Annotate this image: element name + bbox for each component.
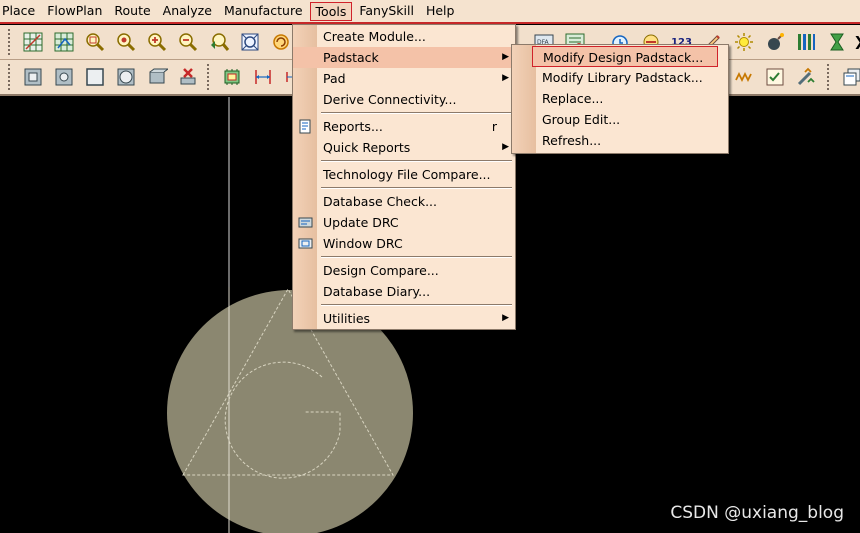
reports-icon xyxy=(299,119,311,134)
menu-item-label: Padstack xyxy=(323,50,379,65)
bomb-icon[interactable] xyxy=(759,28,790,56)
layer-bars-icon[interactable] xyxy=(790,28,821,56)
menu-item-modify-library-padstack[interactable]: Modify Library Padstack... xyxy=(512,67,728,88)
menu-tools[interactable]: Tools xyxy=(309,1,353,21)
zoom-in-icon[interactable] xyxy=(141,28,172,56)
menu-item-modify-design-padstack[interactable]: Modify Design Padstack... xyxy=(532,46,718,67)
menu-place[interactable]: Place xyxy=(0,2,40,21)
menu-item-technology-file-compare[interactable]: Technology File Compare... xyxy=(293,164,515,185)
waveform-icon[interactable] xyxy=(728,63,759,91)
menu-item-label: Create Module... xyxy=(323,29,426,44)
menu-item-label: Technology File Compare... xyxy=(323,167,491,182)
menu-item-label: Derive Connectivity... xyxy=(323,92,457,107)
shape-spiral-icon[interactable] xyxy=(17,63,48,91)
toolbar-grip-3[interactable] xyxy=(207,64,212,90)
update-drc-icon xyxy=(298,217,313,228)
watermark-text: CSDN @uxiang_blog xyxy=(670,503,844,523)
menu-item-label: Replace... xyxy=(542,91,604,106)
menu-item-create-module[interactable]: Create Module... xyxy=(293,26,515,47)
menu-analyze[interactable]: Analyze xyxy=(158,2,217,21)
menu-item-label: Utilities xyxy=(323,311,371,326)
zoom-previous-icon[interactable] xyxy=(203,28,234,56)
menu-item-quick-reports[interactable]: Quick Reports ▶ xyxy=(293,137,515,158)
zoom-fit-icon[interactable] xyxy=(110,28,141,56)
menu-item-label: Pad xyxy=(323,71,346,86)
menu-item-label: Design Compare... xyxy=(323,263,439,278)
menu-item-label: Quick Reports xyxy=(323,140,411,155)
menu-item-refresh[interactable]: Refresh... xyxy=(512,130,728,151)
submenu-arrow-icon: ▶ xyxy=(502,313,509,323)
menu-item-derive-connectivity[interactable]: Derive Connectivity... xyxy=(293,89,515,110)
menu-item-group-edit[interactable]: Group Edit... xyxy=(512,109,728,130)
wrench-wave-icon[interactable] xyxy=(790,63,821,91)
measure-dimension-icon[interactable] xyxy=(247,63,278,91)
menu-item-database-diary[interactable]: Database Diary... xyxy=(293,281,515,302)
toolbar-grip-4[interactable] xyxy=(827,64,832,90)
delete-shape-icon[interactable] xyxy=(172,63,203,91)
submenu-arrow-icon: ▶ xyxy=(502,52,509,62)
shape-rect-icon[interactable] xyxy=(141,63,172,91)
zoom-points-icon[interactable] xyxy=(79,28,110,56)
toolbar-grip[interactable] xyxy=(8,29,13,55)
menu-item-label: Reports... xyxy=(323,119,383,134)
submenu-arrow-icon: ▶ xyxy=(502,142,509,152)
toolbar-grip-2[interactable] xyxy=(8,64,13,90)
menu-fanyskill[interactable]: FanySkill xyxy=(354,2,419,21)
check-wave-icon[interactable] xyxy=(759,63,790,91)
menu-item-label: Window DRC xyxy=(323,236,403,251)
menu-item-design-compare[interactable]: Design Compare... xyxy=(293,260,515,281)
menu-help[interactable]: Help xyxy=(421,2,460,21)
menu-flowplan[interactable]: FlowPlan xyxy=(42,2,107,21)
menu-item-label: Update DRC xyxy=(323,215,399,230)
menu-item-label: Refresh... xyxy=(542,133,602,148)
menu-bar: Place FlowPlan Route Analyze Manufacture… xyxy=(0,0,860,24)
menu-item-label: Modify Library Padstack... xyxy=(542,70,703,85)
menu-item-pad[interactable]: Pad ▶ xyxy=(293,68,515,89)
menu-item-padstack[interactable]: Padstack ▶ xyxy=(293,47,515,68)
menu-item-update-drc[interactable]: Update DRC xyxy=(293,212,515,233)
ratsnest-grid-icon[interactable] xyxy=(48,28,79,56)
menu-item-window-drc[interactable]: Window DRC xyxy=(293,233,515,254)
shape-circle-icon[interactable] xyxy=(110,63,141,91)
padstack-submenu: Modify Design Padstack... Modify Library… xyxy=(511,44,729,154)
tools-dropdown-menu: Create Module... Padstack ▶ Pad ▶ Derive C… xyxy=(292,24,516,330)
component-icon[interactable] xyxy=(216,63,247,91)
menu-item-label: Database Check... xyxy=(323,194,437,209)
menu-item-reports[interactable]: Reports... r xyxy=(293,116,515,137)
chevron-right-icon[interactable]: ❯ xyxy=(852,28,860,56)
submenu-arrow-icon: ▶ xyxy=(502,73,509,83)
menu-item-database-check[interactable]: Database Check... xyxy=(293,191,515,212)
menu-item-label: Modify Design Padstack... xyxy=(543,50,704,65)
zoom-out-icon[interactable] xyxy=(172,28,203,56)
copy-window-icon[interactable] xyxy=(836,63,860,91)
menu-item-utilities[interactable]: Utilities ▶ xyxy=(293,308,515,329)
hourglass-icon[interactable] xyxy=(821,28,852,56)
window-drc-icon xyxy=(298,238,313,249)
menu-item-shortcut: r xyxy=(491,119,497,134)
shape-square-icon[interactable] xyxy=(79,63,110,91)
grid-toggle-icon[interactable] xyxy=(17,28,48,56)
menu-item-replace[interactable]: Replace... xyxy=(512,88,728,109)
menu-route[interactable]: Route xyxy=(109,2,155,21)
toolbar-bottom-right xyxy=(728,60,860,94)
zoom-world-icon[interactable] xyxy=(234,28,265,56)
menu-item-label: Group Edit... xyxy=(542,112,621,127)
menu-manufacture[interactable]: Manufacture xyxy=(219,2,308,21)
shape-circle-square-icon[interactable] xyxy=(48,63,79,91)
menu-item-label: Database Diary... xyxy=(323,284,431,299)
shadow-mode-icon[interactable] xyxy=(728,28,759,56)
